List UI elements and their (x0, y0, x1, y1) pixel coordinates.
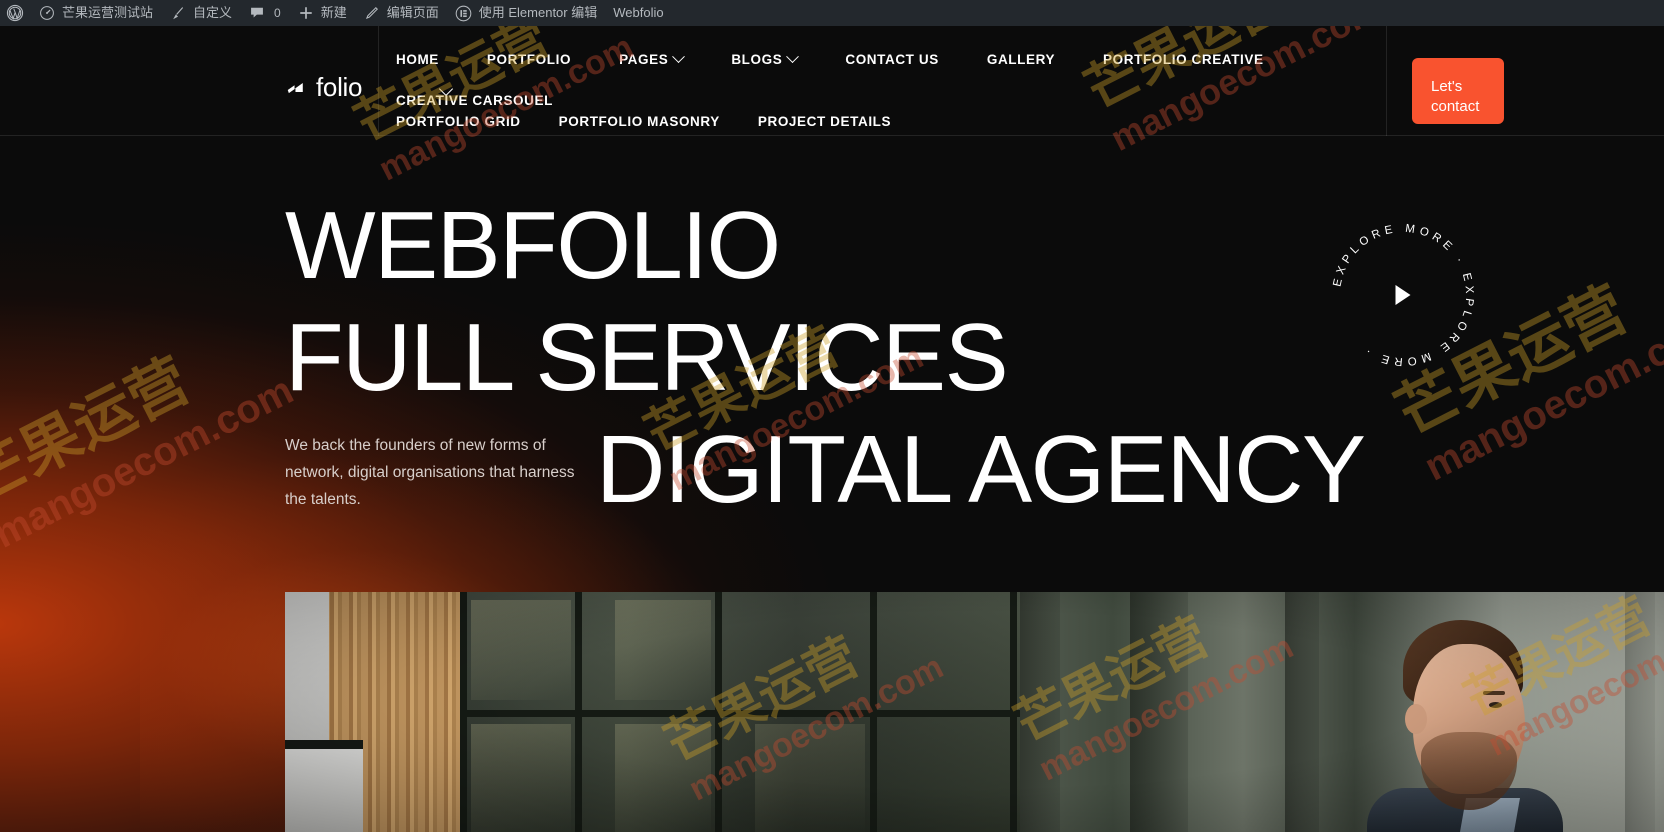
adminbar-item-customize[interactable]: 自定义 (161, 0, 240, 26)
header-divider-left (378, 26, 379, 136)
hero-section: WEBFOLIO FULL SERVICES DIGITAL AGENCY We… (0, 136, 1664, 592)
play-icon (1395, 285, 1411, 305)
nav-item-creative-carsouel[interactable]: CREATIVE CARSOUEL (396, 67, 553, 108)
nav-item-label: CONTACT US (845, 52, 939, 67)
logo-wordmark: folio (316, 72, 363, 102)
lets-contact-button[interactable]: Let's contact (1412, 58, 1504, 124)
adminbar-item-site-name[interactable]: 芒果运营测试站 (30, 0, 161, 26)
submenu-item-portfolio-masonry[interactable]: PORTFOLIO MASONRY (559, 114, 720, 129)
adminbar-edit-page-label: 编辑页面 (386, 5, 439, 20)
nav-item-portfolio[interactable]: PORTFOLIO (487, 26, 571, 67)
adminbar-elementor-label: 使用 Elementor 编辑 (478, 5, 598, 20)
arrow-mark-icon (285, 77, 307, 99)
nav-item-label: BLOGS (731, 52, 783, 67)
header-divider-right (1386, 26, 1387, 136)
adminbar-item-new[interactable]: 新建 (289, 0, 355, 26)
submenu-item-label: PORTFOLIO GRID (396, 114, 521, 129)
nav-item-label: GALLERY (986, 52, 1056, 67)
submenu-expand-chevron-icon[interactable] (440, 84, 454, 94)
nav-item-portfolio-creative[interactable]: PORTFOLIO CREATIVE (1103, 26, 1264, 67)
contact-button-line2: contact (1431, 98, 1480, 115)
nav-item-label: PORTFOLIO (486, 52, 572, 67)
adminbar-item-edit-page[interactable]: 编辑页面 (355, 0, 447, 26)
adminbar-comment-count: 0 (274, 6, 281, 20)
adminbar-page-title-label: Webfolio (613, 5, 664, 20)
portfolio-submenu: PORTFOLIO GRID PORTFOLIO MASONRY PROJECT… (396, 114, 929, 129)
elementor-icon (455, 4, 473, 22)
nav-item-blogs[interactable]: BLOGS (731, 26, 800, 67)
site-logo[interactable]: folio (285, 72, 363, 103)
wordpress-icon (6, 4, 24, 22)
dashboard-icon (38, 4, 56, 22)
photo-vignette (285, 592, 1664, 832)
adminbar-item-page-title[interactable]: Webfolio (605, 0, 671, 26)
nav-item-label: HOME (396, 52, 439, 67)
nav-item-label: PAGES (619, 52, 669, 67)
pencil-icon (363, 4, 381, 22)
hero-photo (285, 592, 1664, 832)
hero-headline-line-2: FULL SERVICES (285, 304, 1009, 411)
wp-logo-button[interactable] (0, 0, 30, 26)
site-header: folio HOME PORTFOLIO PAGES BLOGS CONTACT… (0, 26, 1664, 136)
submenu-item-label: PROJECT DETAILS (757, 114, 892, 129)
submenu-item-portfolio-grid[interactable]: PORTFOLIO GRID (396, 114, 521, 129)
site-page: folio HOME PORTFOLIO PAGES BLOGS CONTACT… (0, 26, 1664, 832)
nav-item-gallery[interactable]: GALLERY (987, 26, 1055, 67)
nav-item-pages[interactable]: PAGES (619, 26, 686, 67)
hero-headline-line-3: DIGITAL AGENCY (596, 416, 1366, 523)
nav-item-home[interactable]: HOME (396, 26, 439, 67)
adminbar-new-label: 新建 (320, 5, 347, 20)
nav-item-contact-us[interactable]: CONTACT US (845, 26, 939, 67)
nav-item-label: CREATIVE CARSOUEL (396, 93, 553, 108)
contact-button-line1: Let's (1431, 78, 1463, 95)
adminbar-item-comments[interactable]: 0 (240, 0, 289, 26)
hero-headline-line-1: WEBFOLIO (285, 192, 781, 299)
adminbar-item-elementor[interactable]: 使用 Elementor 编辑 (447, 0, 605, 26)
adminbar-site-name-label: 芒果运营测试站 (62, 5, 154, 20)
wp-admin-bar: 芒果运营测试站 自定义 0 新建 编辑页面 使用 Elementor 编辑 We… (0, 0, 1664, 26)
chevron-down-icon (672, 50, 686, 64)
nav-item-label: PORTFOLIO CREATIVE (1103, 52, 1264, 67)
paintbrush-icon (169, 4, 187, 22)
comment-bubble-icon (248, 4, 266, 22)
adminbar-customize-label: 自定义 (193, 5, 233, 20)
primary-navigation: HOME PORTFOLIO PAGES BLOGS CONTACT US GA… (396, 26, 1376, 108)
chevron-down-icon (786, 50, 800, 64)
plus-icon (297, 4, 315, 22)
hero-subtext: We back the founders of new forms of net… (285, 437, 575, 508)
explore-more-badge[interactable]: EXPLORE MORE · EXPLORE MORE · (1318, 210, 1488, 380)
submenu-item-label: PORTFOLIO MASONRY (558, 114, 720, 129)
submenu-item-project-details[interactable]: PROJECT DETAILS (758, 114, 891, 129)
